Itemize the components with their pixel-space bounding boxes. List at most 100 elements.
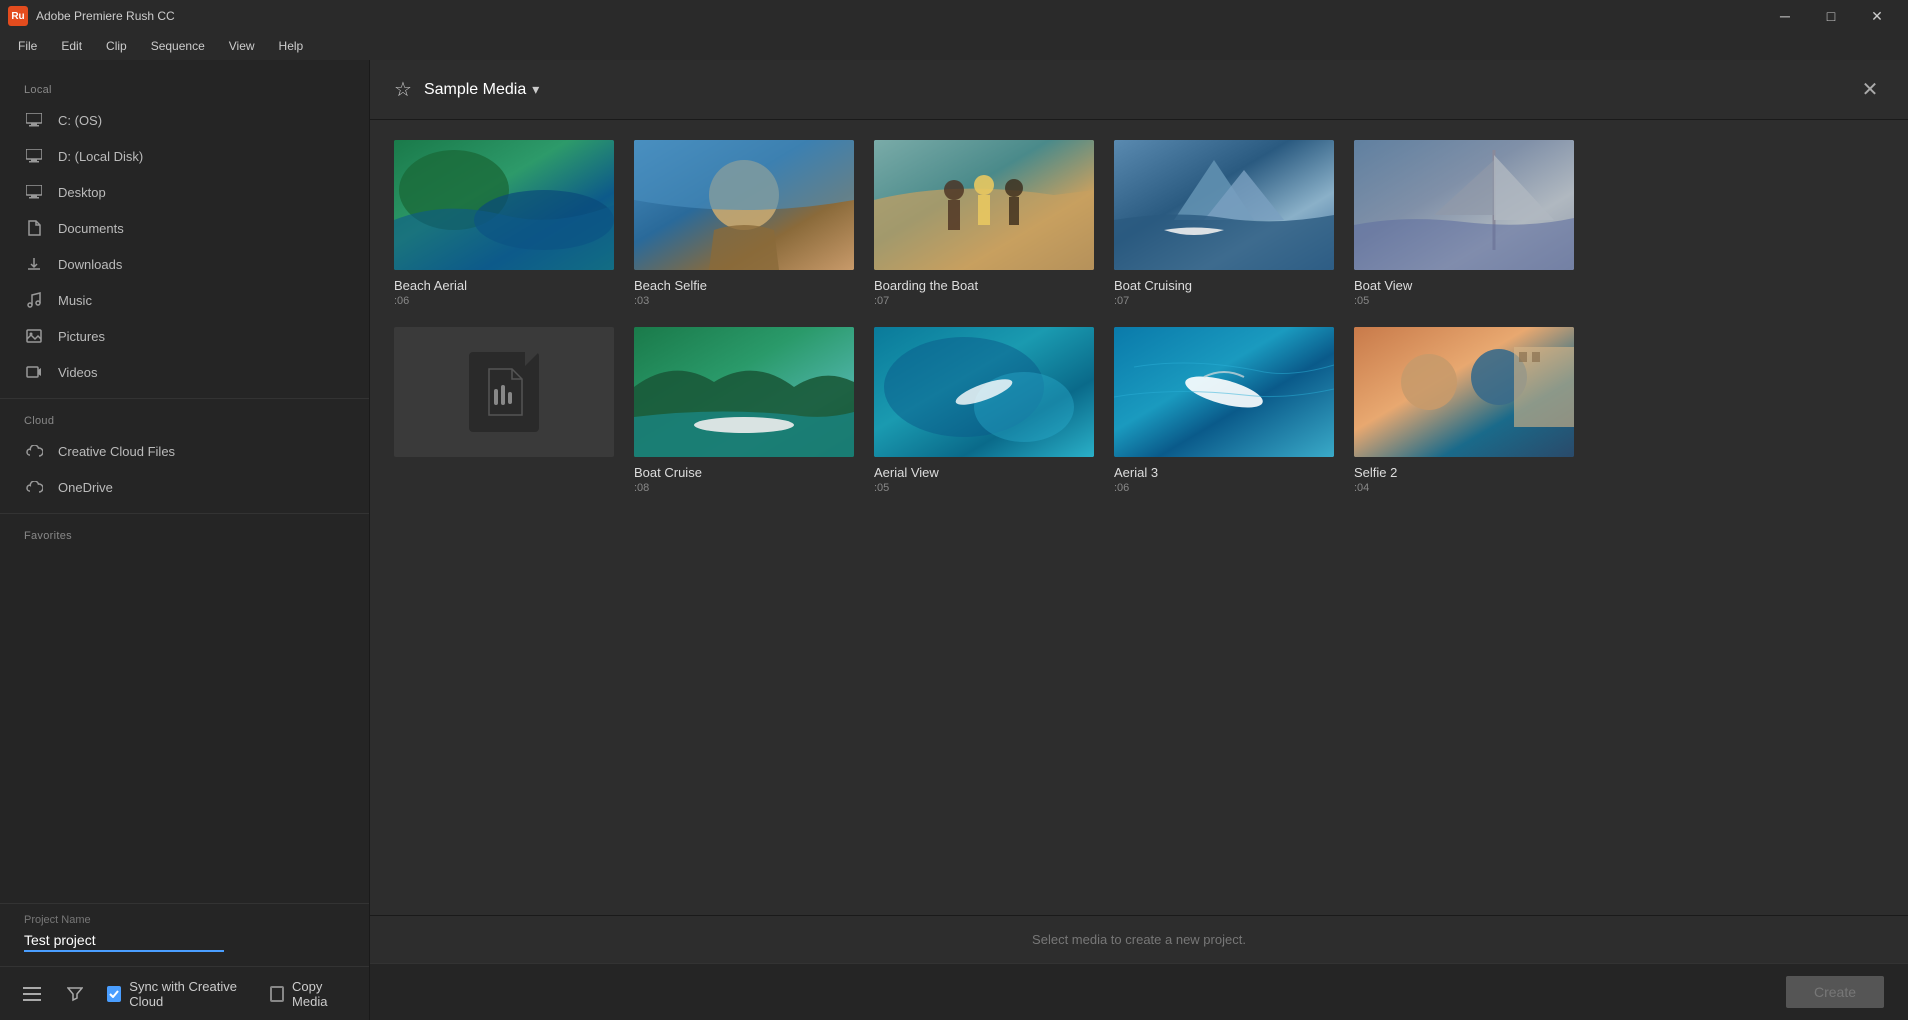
- videos-label: Videos: [58, 365, 98, 380]
- media-duration-boarding: :07: [874, 295, 1094, 307]
- documents-label: Documents: [58, 221, 124, 236]
- sync-checkbox-item[interactable]: Sync with Creative Cloud: [107, 979, 250, 1009]
- sidebar-item-desktop[interactable]: Desktop: [0, 174, 369, 210]
- media-card-audio[interactable]: [394, 327, 614, 494]
- media-name-beach-aerial: Beach Aerial: [394, 278, 614, 293]
- media-card-boat-cruising[interactable]: Boat Cruising :07: [1114, 140, 1334, 307]
- menu-file[interactable]: File: [8, 35, 47, 57]
- menu-clip[interactable]: Clip: [96, 35, 137, 57]
- media-card-beach-aerial[interactable]: Beach Aerial :06: [394, 140, 614, 307]
- monitor-icon-3: [24, 182, 44, 202]
- media-duration-aerial3: :06: [1114, 482, 1334, 494]
- content-panel: ☆ Sample Media ▾ ✕: [370, 60, 1908, 1020]
- filter-button[interactable]: [64, 980, 88, 1008]
- pictures-icon: [24, 326, 44, 346]
- media-name-boat-cruise2: Boat Cruise: [634, 465, 854, 480]
- downloads-label: Downloads: [58, 257, 122, 272]
- monitor-icon: [24, 110, 44, 130]
- onedrive-label: OneDrive: [58, 480, 113, 495]
- copy-media-checkbox-item[interactable]: Copy Media: [270, 979, 349, 1009]
- sidebar-item-videos[interactable]: Videos: [0, 354, 369, 390]
- media-duration-selfie2: :04: [1354, 482, 1574, 494]
- sidebar-local-label: Local: [0, 76, 369, 102]
- content-header: ☆ Sample Media ▾ ✕: [370, 60, 1908, 120]
- c-drive-label: C: (OS): [58, 113, 102, 128]
- menu-bar: File Edit Clip Sequence View Help: [0, 32, 1908, 60]
- project-name-label: Project Name: [24, 914, 345, 926]
- media-duration-aerial2: :05: [874, 482, 1094, 494]
- creative-cloud-label: Creative Cloud Files: [58, 444, 175, 459]
- music-icon: [24, 290, 44, 310]
- media-thumbnail-selfie2: [1354, 327, 1574, 457]
- sidebar-item-creative-cloud[interactable]: Creative Cloud Files: [0, 433, 369, 469]
- sidebar-item-documents[interactable]: Documents: [0, 210, 369, 246]
- minimize-button[interactable]: ─: [1762, 0, 1808, 32]
- desktop-label: Desktop: [58, 185, 106, 200]
- media-name-aerial2: Aerial View: [874, 465, 1094, 480]
- media-name-boat-view: Boat View: [1354, 278, 1574, 293]
- dropdown-chevron-icon: ▾: [532, 81, 539, 98]
- media-card-boat-cruise2[interactable]: Boat Cruise :08: [634, 327, 854, 494]
- media-thumbnail-beach-selfie: [634, 140, 854, 270]
- media-card-boarding[interactable]: Boarding the Boat :07: [874, 140, 1094, 307]
- window-controls: ─ □ ✕: [1762, 0, 1900, 32]
- menu-help[interactable]: Help: [269, 35, 314, 57]
- sidebar-item-music[interactable]: Music: [0, 282, 369, 318]
- create-button[interactable]: Create: [1786, 976, 1884, 1008]
- hamburger-menu-button[interactable]: [20, 980, 44, 1008]
- sidebar-item-downloads[interactable]: Downloads: [0, 246, 369, 282]
- media-thumbnail-boat-view: [1354, 140, 1574, 270]
- sidebar-content: Local C: (OS): [0, 60, 369, 903]
- window-close-button[interactable]: ✕: [1854, 0, 1900, 32]
- menu-sequence[interactable]: Sequence: [141, 35, 215, 57]
- media-name-aerial3: Aerial 3: [1114, 465, 1334, 480]
- copy-media-label: Copy Media: [292, 979, 349, 1009]
- pictures-label: Pictures: [58, 329, 105, 344]
- sidebar: Local C: (OS): [0, 60, 370, 1020]
- media-card-beach-selfie[interactable]: Beach Selfie :03: [634, 140, 854, 307]
- media-name-boarding: Boarding the Boat: [874, 278, 1094, 293]
- main-layout: Local C: (OS): [0, 60, 1908, 1020]
- download-icon: [24, 254, 44, 274]
- menu-edit[interactable]: Edit: [51, 35, 92, 57]
- media-duration-beach-selfie: :03: [634, 295, 854, 307]
- media-name-beach-selfie: Beach Selfie: [634, 278, 854, 293]
- media-thumbnail-boat-cruise2: [634, 327, 854, 457]
- copy-media-checkbox[interactable]: [270, 986, 284, 1002]
- sidebar-item-c-drive[interactable]: C: (OS): [0, 102, 369, 138]
- media-thumbnail-aerial2: [874, 327, 1094, 457]
- media-thumbnail-boat-cruising: [1114, 140, 1334, 270]
- document-icon: [24, 218, 44, 238]
- media-duration-beach-aerial: :06: [394, 295, 614, 307]
- media-card-selfie2[interactable]: Selfie 2 :04: [1354, 327, 1574, 494]
- project-name-input[interactable]: [24, 930, 224, 952]
- sidebar-divider-1: [0, 398, 369, 399]
- sidebar-item-d-drive[interactable]: D: (Local Disk): [0, 138, 369, 174]
- d-drive-label: D: (Local Disk): [58, 149, 143, 164]
- sidebar-item-pictures[interactable]: Pictures: [0, 318, 369, 354]
- media-name-boat-cruising: Boat Cruising: [1114, 278, 1334, 293]
- audio-file-icon: [469, 352, 539, 432]
- sync-checkbox[interactable]: [107, 986, 121, 1002]
- sidebar-item-onedrive[interactable]: OneDrive: [0, 469, 369, 505]
- maximize-button[interactable]: □: [1808, 0, 1854, 32]
- close-panel-button[interactable]: ✕: [1856, 76, 1884, 104]
- media-card-boat-view[interactable]: Boat View :05: [1354, 140, 1574, 307]
- media-card-aerial3[interactable]: Aerial 3 :06: [1114, 327, 1334, 494]
- menu-view[interactable]: View: [219, 35, 265, 57]
- videos-icon: [24, 362, 44, 382]
- media-grid-row-2: Boat Cruise :08: [394, 327, 1884, 494]
- sidebar-favorites-label: Favorites: [0, 522, 369, 548]
- title-bar: Ru Adobe Premiere Rush CC ─ □ ✕: [0, 0, 1908, 32]
- favorite-star-icon[interactable]: ☆: [394, 77, 412, 102]
- sidebar-cloud-label: Cloud: [0, 407, 369, 433]
- media-title: Sample Media: [424, 81, 526, 99]
- bottom-toolbar: Sync with Creative Cloud Copy Media: [0, 966, 369, 1020]
- media-duration-boat-cruising: :07: [1114, 295, 1334, 307]
- media-name-selfie2: Selfie 2: [1354, 465, 1574, 480]
- media-card-aerial2[interactable]: Aerial View :05: [874, 327, 1094, 494]
- media-title-container[interactable]: Sample Media ▾: [424, 81, 539, 99]
- media-duration-boat-view: :05: [1354, 295, 1574, 307]
- onedrive-icon: [24, 477, 44, 497]
- media-grid-row-1: Beach Aerial :06: [394, 140, 1884, 307]
